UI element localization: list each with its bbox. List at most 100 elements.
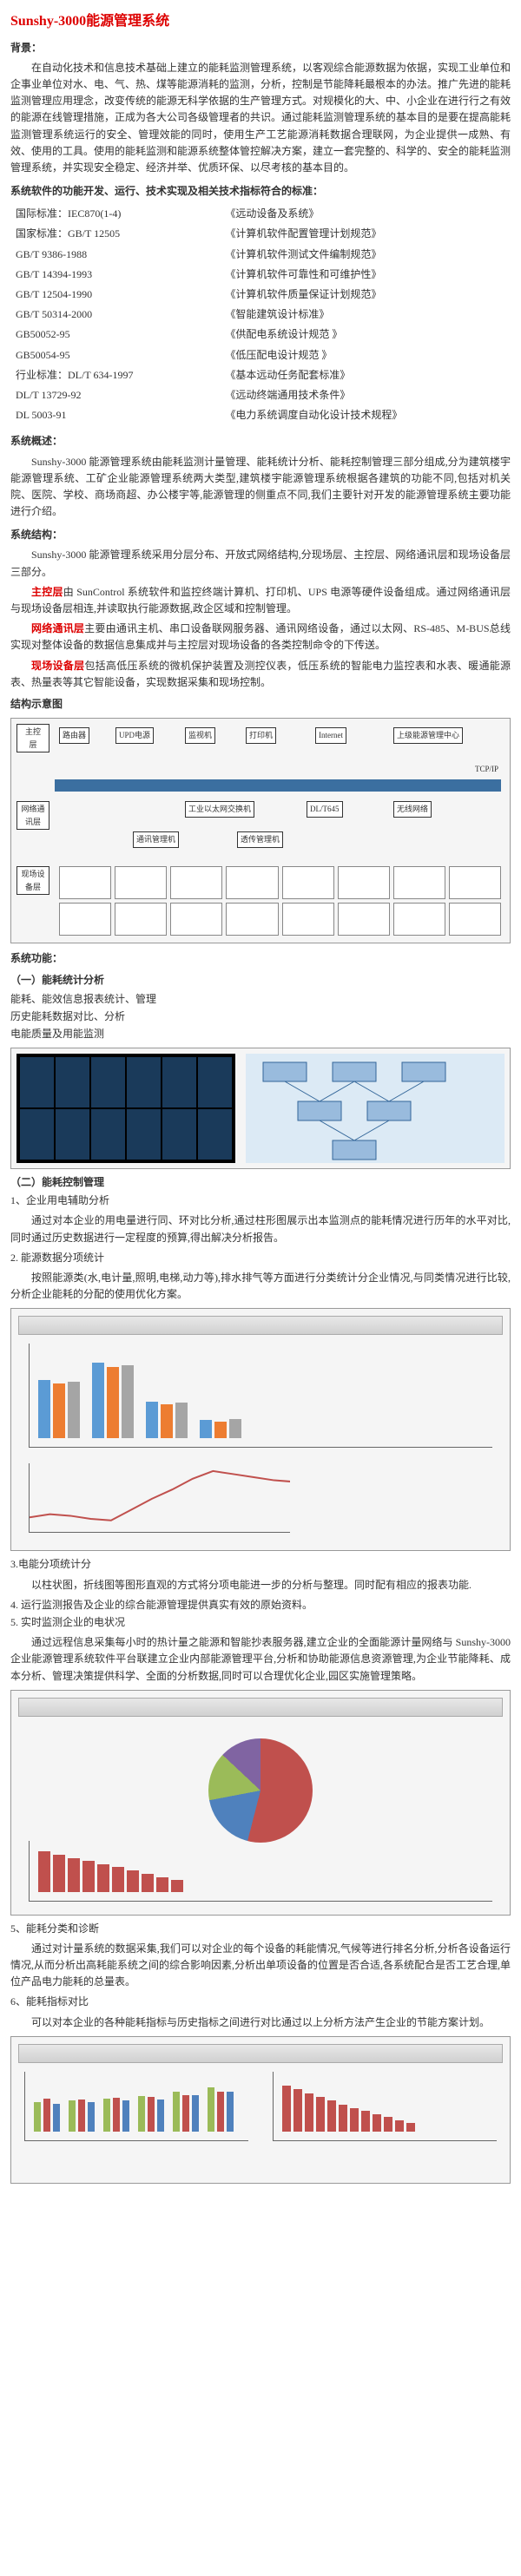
chart-bar xyxy=(182,2095,189,2132)
sec2-p2: 按照能源类(水,电计量,照明,电梯,动力等),排水排气等方面进行分类统计分企业情… xyxy=(10,1270,511,1303)
field-layer-label: 现场设备层 xyxy=(31,660,84,672)
sec2-line1: 1、企业用电辅助分析 xyxy=(10,1193,511,1209)
background-heading: 背景： xyxy=(10,40,511,56)
chart-bar xyxy=(406,2123,415,2131)
std-right: 《计算机软件配置管理计划规范》 xyxy=(221,225,509,243)
structure-heading: 系统结构： xyxy=(10,527,511,543)
sec2-p5: 通过对计量系统的数据采集,我们可以对企业的每个设备的耗能情况,气候等进行排名分析… xyxy=(10,1941,511,1991)
chart-bar xyxy=(175,1403,188,1438)
chart-bar xyxy=(173,2092,180,2132)
sec1-line-2: 电能质量及用能监测 xyxy=(10,1026,511,1042)
structure-net-layer: 网络通讯层主要由通讯主机、串口设备联网服务器、通讯网络设备，通过以太网、RS-4… xyxy=(10,621,511,654)
line-chart-icon xyxy=(29,1463,290,1533)
label-field-layer-side: 现场设备层 xyxy=(16,866,49,895)
table-row: 国际标准：IEC870(1-4)《远动设备及系统》 xyxy=(12,205,509,223)
meter-device-icon xyxy=(338,866,390,899)
chart-bar xyxy=(217,2092,224,2132)
diagram-caption: 结构示意图 xyxy=(10,696,511,713)
sec2-line6: 5、能耗分类和诊断 xyxy=(10,1921,511,1937)
std-right: 《远动终端通用技术条件》 xyxy=(221,386,509,404)
std-left: 国家标准：GB/T 12505 xyxy=(12,225,220,243)
sec2-line4: 4. 运行监测报告及企业的综合能源管理提供真实有效的原始资料。 xyxy=(10,1597,511,1613)
std-left: GB50054-95 xyxy=(12,346,220,365)
network-bus-bar xyxy=(55,779,501,792)
table-row: GB50054-95《低压配电设计规范 》 xyxy=(12,346,509,365)
chart-bar xyxy=(103,2099,110,2132)
meter-device-icon xyxy=(170,866,222,899)
chart-bar xyxy=(171,1880,183,1892)
chart-bar xyxy=(122,2100,129,2131)
screenshot-compare xyxy=(10,2036,511,2184)
table-row: DL 5003-91《电力系统调度自动化设计技术规程》 xyxy=(12,406,509,424)
chart-bar xyxy=(373,2114,381,2132)
std-left: DL 5003-91 xyxy=(12,406,220,424)
table-row: GB/T 14394-1993《计算机软件可靠性和可维护性》 xyxy=(12,266,509,284)
sec2-title: （二）能耗控制管理 xyxy=(10,1174,511,1191)
chart-bar xyxy=(88,2102,95,2132)
chart-bar xyxy=(92,1363,104,1439)
overview-para: Sunshy-3000 能源管理系统由能耗监测计量管理、能耗统计分析、能耗控制管… xyxy=(10,454,511,521)
table-row: GB/T 9386-1988《计算机软件测试文件编制规范》 xyxy=(12,246,509,264)
sec2-p6: 可以对本企业的各种能耗指标与历史指标之间进行对比通过以上分析方法产生企业的节能方… xyxy=(10,2014,511,2031)
chart-bar xyxy=(127,1870,139,1892)
chart-bar xyxy=(282,2086,291,2132)
std-left: GB/T 12504-1990 xyxy=(12,286,220,304)
chart-bar xyxy=(208,2087,214,2132)
label-main-layer-side: 主控层 xyxy=(16,724,49,752)
label-printer: 打印机 xyxy=(246,727,276,743)
chart-bar xyxy=(293,2089,302,2131)
chart-bar xyxy=(157,2100,164,2132)
chart-bar xyxy=(138,2096,145,2131)
meter-device-icon xyxy=(338,903,390,936)
meter-device-icon xyxy=(115,866,167,899)
sec2-p1: 通过对本企业的用电量进行同、环对比分析,通过柱形图展示出本监测点的能耗情况进行历… xyxy=(10,1212,511,1245)
net-layer-label: 网络通讯层 xyxy=(31,622,84,634)
sec1-line-1: 历史能耗数据对比、分析 xyxy=(10,1009,511,1025)
main-layer-label: 主控层 xyxy=(31,586,63,598)
chart-bar xyxy=(69,2100,76,2131)
std-left: GB/T 9386-1988 xyxy=(12,246,220,264)
sec2-p4: 通过远程信息采集每小时的热计量之能源和智能抄表服务器,建立企业的全面能源计量网络… xyxy=(10,1634,511,1685)
standards-table: 国际标准：IEC870(1-4)《远动设备及系统》国家标准：GB/T 12505… xyxy=(10,203,511,426)
structure-intro: Sunshy-3000 能源管理系统采用分层分布、开放式网络结构,分现场层、主控… xyxy=(10,547,511,580)
functions-heading: 系统功能： xyxy=(10,950,511,967)
std-right: 《计算机软件测试文件编制规范》 xyxy=(221,246,509,264)
std-right: 《低压配电设计规范 》 xyxy=(221,346,509,365)
sec2-line2: 2. 能源数据分项统计 xyxy=(10,1250,511,1266)
chart-bar xyxy=(122,1365,134,1439)
meter-device-icon xyxy=(449,866,501,899)
chart-bar xyxy=(395,2120,404,2132)
label-remote: 上级能源管理中心 xyxy=(393,727,463,743)
label-upd: UPD电源 xyxy=(115,727,154,743)
chart-bar xyxy=(43,2099,50,2132)
chart-bar xyxy=(112,1867,124,1891)
chart-bar xyxy=(68,1858,80,1892)
sec2-p3: 以柱状图，折线图等图形直观的方式将分项电能进一步的分析与整理。同时配有相应的报表… xyxy=(10,1577,511,1594)
chart-bar xyxy=(156,1877,168,1892)
std-left: GB/T 14394-1993 xyxy=(12,266,220,284)
chart-bar xyxy=(78,2100,85,2132)
sec2-line3: 3.电能分项统计分 xyxy=(10,1556,511,1573)
std-left: GB/T 50314-2000 xyxy=(12,306,220,324)
std-right: 《基本远动任务配套标准》 xyxy=(221,366,509,384)
chart-bar xyxy=(227,2092,234,2132)
standards-heading: 系统软件的功能开发、运行、技术实现及相关技术指标符合的标准： xyxy=(10,183,511,200)
std-left: 行业标准：DL/T 634-1997 xyxy=(12,366,220,384)
chart-bar xyxy=(38,1380,50,1439)
chart-bar xyxy=(192,2095,199,2132)
meter-device-icon xyxy=(282,903,334,936)
chart-bar xyxy=(148,2097,155,2132)
chart-bar xyxy=(229,1419,241,1439)
sec2-line7: 6、能耗指标对比 xyxy=(10,1994,511,2010)
meter-device-icon xyxy=(59,866,111,899)
structure-field-layer: 现场设备层包括高低压系统的微机保护装置及测控仪表，低压系统的智能电力监控表和水表… xyxy=(10,658,511,691)
label-tcpip: TCP/IP xyxy=(472,762,501,776)
chart-bar xyxy=(327,2100,336,2131)
chart-bar xyxy=(161,1404,173,1439)
screenshot-bar-line xyxy=(10,1308,511,1551)
background-para: 在自动化技术和信息技术基础上建立的能耗监测管理系统，以客观综合能源数据为依据，实… xyxy=(10,60,511,176)
chart-bar xyxy=(350,2108,359,2132)
table-row: GB/T 50314-2000《智能建筑设计标准》 xyxy=(12,306,509,324)
chart-bar xyxy=(107,1367,119,1438)
table-row: 国家标准：GB/T 12505《计算机软件配置管理计划规范》 xyxy=(12,225,509,243)
